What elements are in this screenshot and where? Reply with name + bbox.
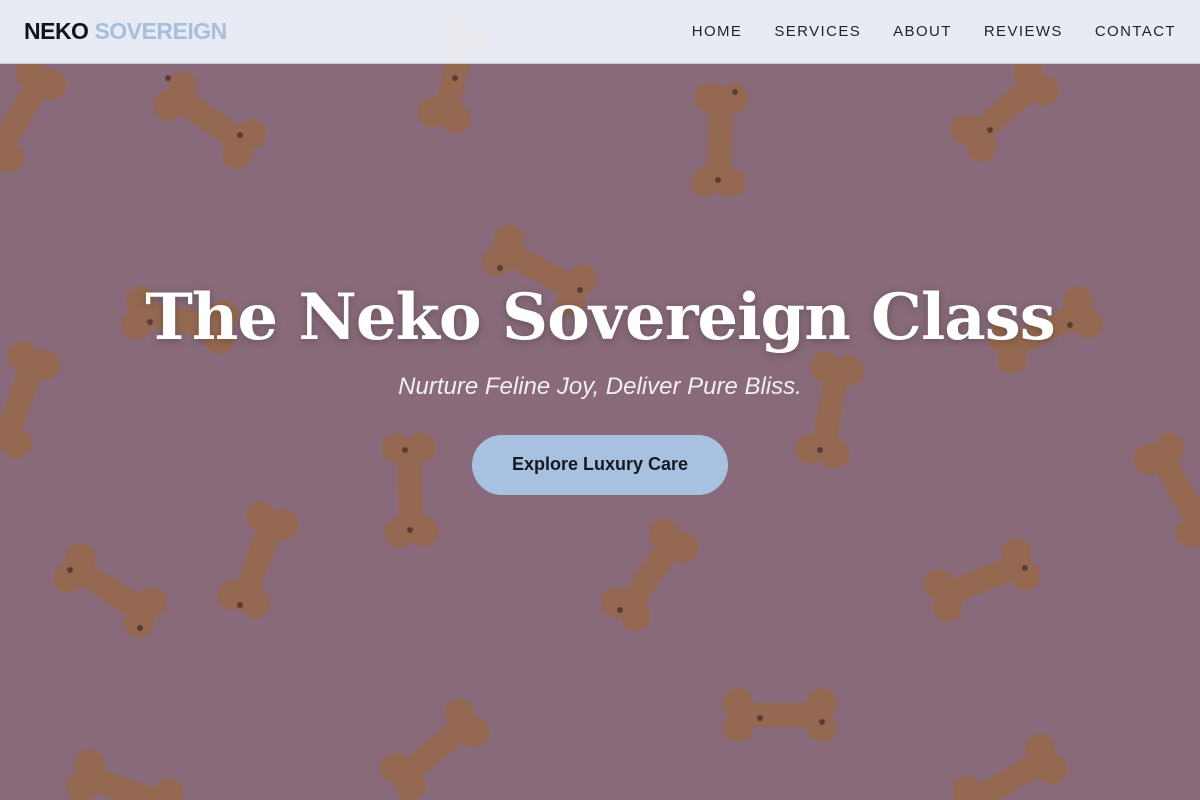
brand-name-primary: NEKO (24, 18, 89, 44)
nav-link-contact[interactable]: CONTACT (1095, 23, 1176, 40)
nav-link-reviews[interactable]: REVIEWS (984, 23, 1063, 40)
nav-link-about[interactable]: ABOUT (893, 23, 952, 40)
top-navbar: NEKO SOVEREIGN HOME SERVICES ABOUT REVIE… (0, 0, 1200, 64)
main-nav: HOME SERVICES ABOUT REVIEWS CONTACT (692, 23, 1176, 40)
nav-link-services[interactable]: SERVICES (774, 23, 861, 40)
hero-subtitle: Nurture Feline Joy, Deliver Pure Bliss. (398, 372, 802, 400)
hero-title: The Neko Sovereign Class (145, 280, 1056, 355)
explore-luxury-care-button[interactable]: Explore Luxury Care (472, 434, 728, 495)
hero-section: The Neko Sovereign Class Nurture Feline … (0, 280, 1200, 495)
brand-name-secondary: SOVEREIGN (94, 18, 227, 44)
brand-logo[interactable]: NEKO SOVEREIGN (24, 18, 227, 45)
nav-link-home[interactable]: HOME (692, 23, 743, 40)
